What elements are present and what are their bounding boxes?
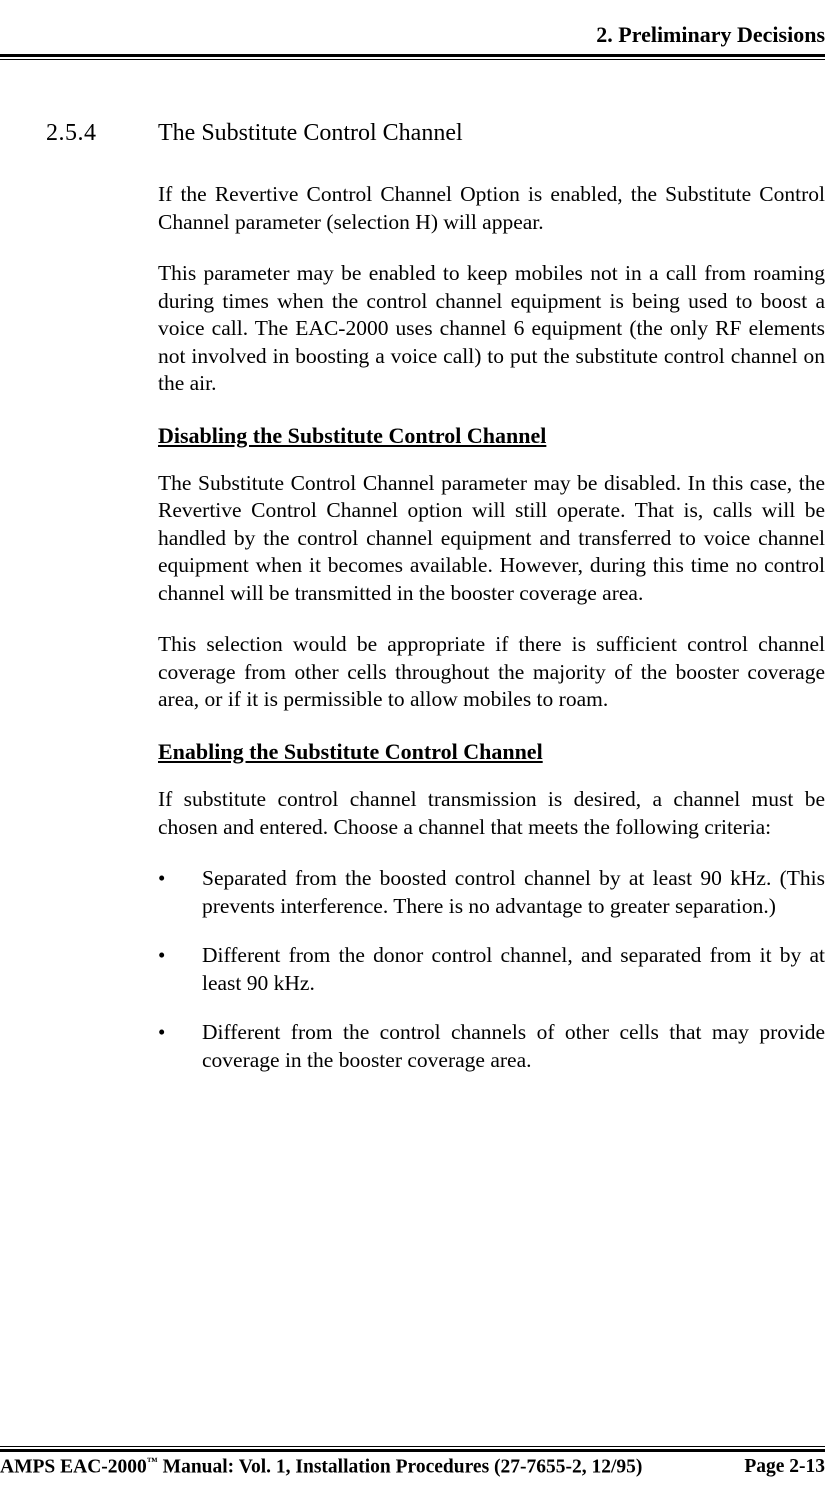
paragraph: If substitute control channel transmissi… xyxy=(158,786,825,841)
footer-page-number: Page 2-13 xyxy=(720,1456,825,1479)
body-text: If the Revertive Control Channel Option … xyxy=(158,181,825,1074)
bullet-icon: • xyxy=(158,942,202,997)
header-rule-thick xyxy=(0,54,825,57)
section-heading: 2.5.4 The Substitute Control Channel xyxy=(46,120,825,147)
footer-product: AMPS EAC-2000 xyxy=(0,1456,147,1477)
paragraph: The Substitute Control Channel parameter… xyxy=(158,470,825,608)
bullet-text: Separated from the boosted control chann… xyxy=(202,865,825,920)
paragraph: This selection would be appropriate if t… xyxy=(158,631,825,714)
bullet-icon: • xyxy=(158,1019,202,1074)
footer-left: AMPS EAC-2000™ Manual: Vol. 1, Installat… xyxy=(0,1456,720,1479)
trademark-icon: ™ xyxy=(147,1456,158,1468)
footer-rule-thin xyxy=(0,1446,825,1447)
list-item: • Separated from the boosted control cha… xyxy=(158,865,825,920)
bullet-list: • Separated from the boosted control cha… xyxy=(158,865,825,1074)
bullet-icon: • xyxy=(158,865,202,920)
document-page: 2. Preliminary Decisions 2.5.4 The Subst… xyxy=(0,0,825,1498)
section-title: The Substitute Control Channel xyxy=(158,120,463,147)
list-item: • Different from the control channels of… xyxy=(158,1019,825,1074)
subheading-disabling: Disabling the Substitute Control Channel xyxy=(158,422,825,450)
content-area: 2.5.4 The Substitute Control Channel If … xyxy=(0,60,825,1074)
subheading-enabling: Enabling the Substitute Control Channel xyxy=(158,738,825,766)
section-number: 2.5.4 xyxy=(46,120,158,147)
paragraph: This parameter may be enabled to keep mo… xyxy=(158,260,825,398)
footer-manual-info: Manual: Vol. 1, Installation Procedures … xyxy=(158,1456,643,1477)
bullet-text: Different from the donor control channel… xyxy=(202,942,825,997)
running-header: 2. Preliminary Decisions xyxy=(0,22,825,54)
list-item: • Different from the donor control chann… xyxy=(158,942,825,997)
bullet-text: Different from the control channels of o… xyxy=(202,1019,825,1074)
page-footer: AMPS EAC-2000™ Manual: Vol. 1, Installat… xyxy=(0,1444,825,1479)
paragraph: If the Revertive Control Channel Option … xyxy=(158,181,825,236)
